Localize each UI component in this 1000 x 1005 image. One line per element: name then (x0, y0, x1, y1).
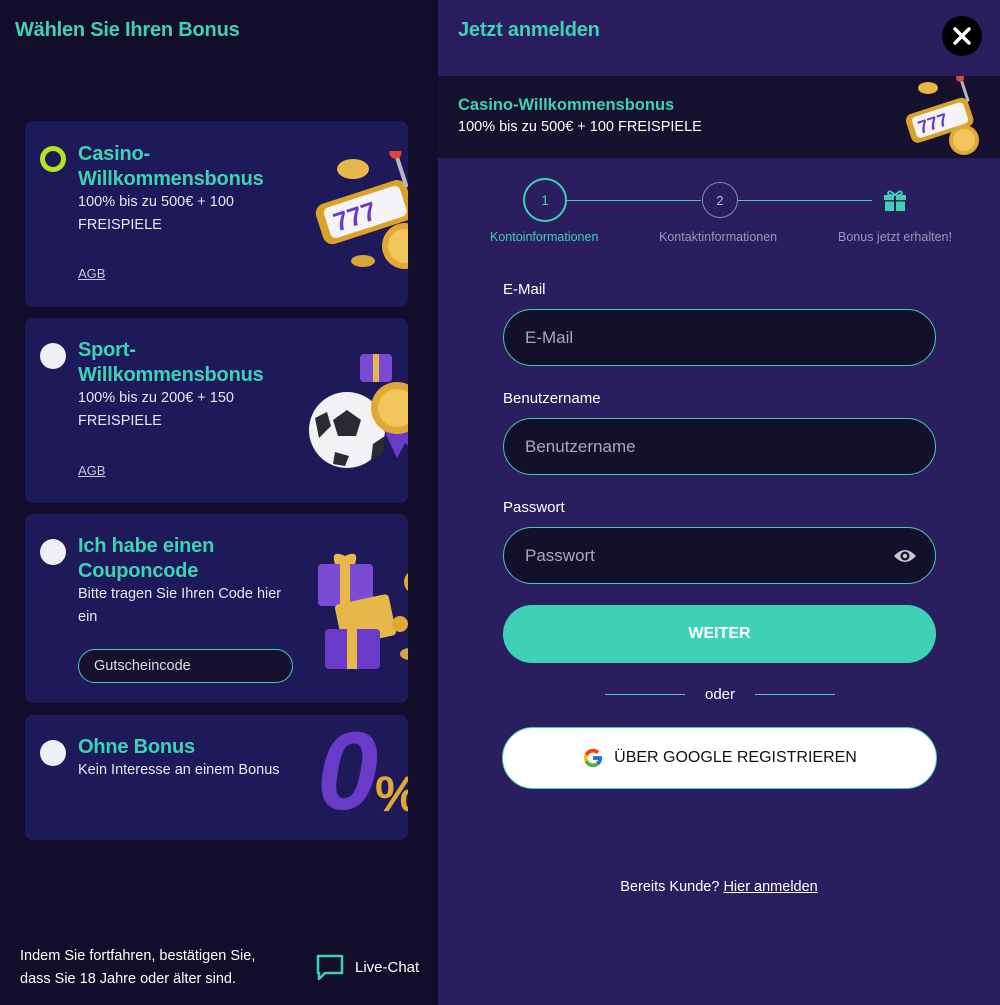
password-field[interactable]: Passwort (503, 527, 936, 584)
step-3-label: Bonus jetzt erhalten! (838, 230, 952, 244)
card-description: 100% bis zu 500€ + 100 FREISPIELE (78, 194, 234, 233)
radio-coupon[interactable] (40, 539, 66, 565)
agb-link[interactable]: AGB (78, 463, 105, 478)
step-2-label: Kontaktinformationen (659, 230, 778, 244)
username-label: Benutzername (503, 390, 601, 407)
live-chat-label: Live-Chat (355, 958, 420, 976)
step-1-indicator: 1 (523, 178, 567, 222)
divider-right (755, 694, 835, 695)
card-title: Ohne Bonus (78, 736, 195, 758)
age-consent-text: Indem Sie fortfahren, bestätigen Sie, da… (20, 948, 256, 987)
zero-percent-icon: 0 % (317, 715, 408, 833)
password-placeholder: Passwort (525, 546, 595, 565)
registration-stepper: 1 2 Kontoinformationen Kontaktinformatio… (438, 178, 1000, 248)
email-label: E-Mail (503, 281, 546, 298)
agb-link[interactable]: AGB (78, 266, 105, 281)
step-connector (738, 200, 872, 201)
bonus-card-sport[interactable]: Sport- Willkommensbonus 100% bis zu 200€… (25, 318, 408, 503)
continue-button[interactable]: WEITER (503, 605, 936, 663)
bonus-card-casino[interactable]: Casino- Willkommensbonus 100% bis zu 500… (25, 121, 408, 307)
football-coin-icon (309, 354, 408, 468)
card-description: Bitte tragen Sie Ihren Code hier ein (78, 586, 282, 625)
password-label: Passwort (503, 499, 565, 516)
registration-panel: Jetzt anmelden Casino-Willkommensbonus 1… (438, 0, 1000, 1005)
slot-machine-icon: 777 (315, 151, 408, 269)
close-icon (953, 27, 971, 45)
coupon-code-input[interactable]: Gutscheincode (78, 649, 293, 683)
google-icon (583, 748, 603, 768)
selected-bonus-banner: Casino-Willkommensbonus 100% bis zu 500€… (438, 76, 1000, 158)
step-1-label: Kontoinformationen (490, 230, 599, 244)
bonus-panel-title: Wählen Sie Ihren Bonus (15, 19, 240, 41)
eye-icon[interactable] (893, 545, 917, 567)
radio-casino[interactable] (40, 146, 66, 172)
email-field[interactable]: E-Mail (503, 309, 936, 366)
step-connector (567, 200, 701, 201)
bonus-card-none[interactable]: Ohne Bonus Kein Interesse an einem Bonus… (25, 715, 408, 840)
bonus-card-coupon[interactable]: Ich habe einen Couponcode Bitte tragen S… (25, 514, 408, 703)
registration-title: Jetzt anmelden (458, 19, 600, 41)
radio-no-bonus[interactable] (40, 740, 66, 766)
card-title: Ich habe einen Couponcode (78, 535, 215, 582)
live-chat-button[interactable]: Live-Chat (315, 953, 419, 981)
slot-machine-icon: 777 (905, 76, 979, 155)
username-field[interactable]: Benutzername (503, 418, 936, 475)
registration-header: Jetzt anmelden (438, 0, 1000, 76)
selected-bonus-title: Casino-Willkommensbonus (458, 96, 675, 114)
card-description: Kein Interesse an einem Bonus (78, 762, 280, 778)
gift-icon (884, 190, 906, 211)
close-button[interactable] (942, 16, 982, 56)
card-title: Sport- Willkommensbonus (78, 339, 264, 386)
card-title: Casino- Willkommensbonus (78, 143, 264, 190)
bonus-selection-panel: Wählen Sie Ihren Bonus Casino- Willkomme… (0, 0, 438, 1005)
login-link[interactable]: Hier anmelden (723, 879, 817, 895)
radio-sport[interactable] (40, 343, 66, 369)
or-separator: oder (705, 686, 736, 703)
google-register-button[interactable]: ÜBER GOOGLE REGISTRIEREN (502, 727, 937, 789)
card-description: 100% bis zu 200€ + 150 FREISPIELE (78, 390, 234, 429)
step-2-indicator: 2 (702, 182, 738, 218)
login-prompt: Bereits Kunde? Hier anmelden (438, 879, 1000, 895)
google-register-label: ÜBER GOOGLE REGISTRIEREN (614, 749, 857, 766)
gift-boxes-icon (318, 553, 408, 669)
login-prompt-text: Bereits Kunde? (620, 879, 720, 895)
selected-bonus-subtitle: 100% bis zu 500€ + 100 FREISPIELE (458, 119, 702, 135)
divider-left (605, 694, 685, 695)
chat-bubble-icon (316, 954, 344, 981)
